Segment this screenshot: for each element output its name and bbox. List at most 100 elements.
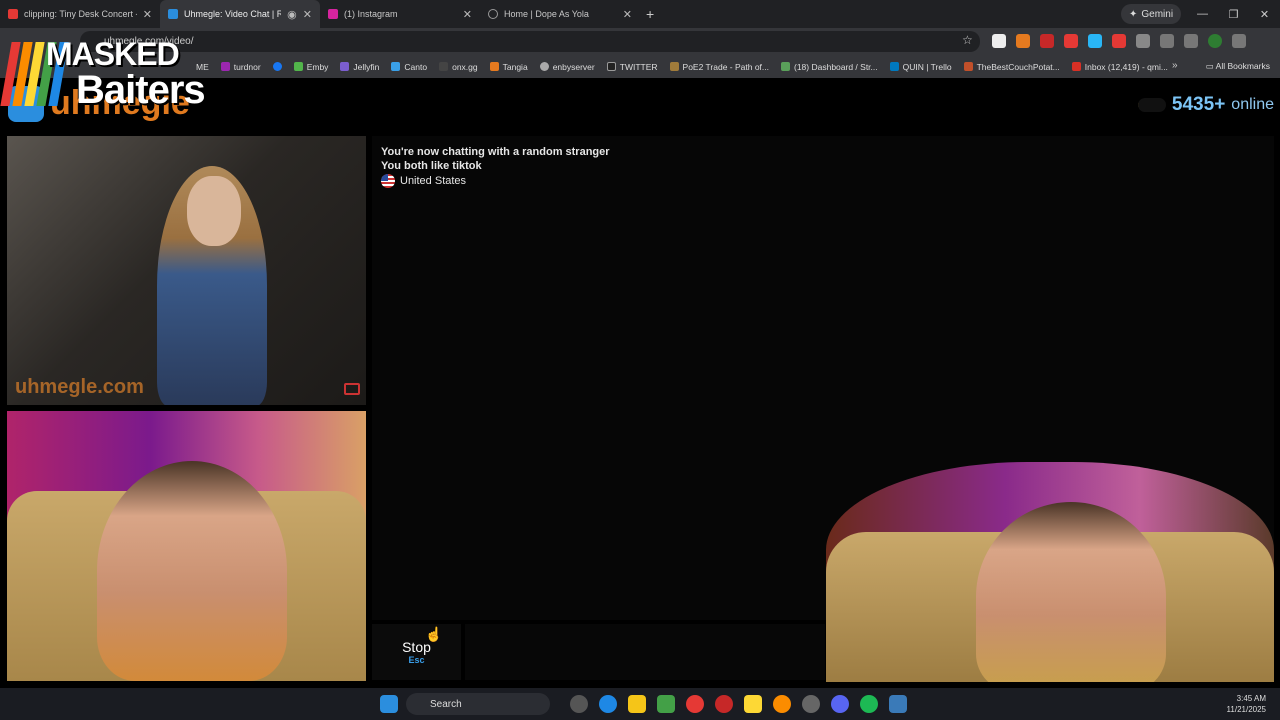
bookmark-favicon-icon xyxy=(963,62,973,71)
bookmark-item[interactable] xyxy=(272,62,282,71)
close-icon[interactable]: ✕ xyxy=(623,8,632,21)
message-input[interactable] xyxy=(465,624,825,680)
bookmark-item[interactable]: Inbox (12,419) - qmi... xyxy=(1071,61,1168,72)
clock-date: 11/21/2025 xyxy=(1226,705,1266,714)
bookmark-label: Inbox (12,419) - qmi... xyxy=(1084,61,1168,72)
spotify-icon[interactable] xyxy=(860,695,878,713)
stranger-video: uhmegle.com xyxy=(7,136,366,405)
self-camera-preview xyxy=(826,462,1274,682)
tab-strip: clipping: Tiny Desk Concert - Y ✕ Uhmegl… xyxy=(0,0,1280,28)
camera-icon[interactable] xyxy=(344,383,360,395)
stranger-face xyxy=(187,176,241,246)
tab-dope-as-yola[interactable]: Home | Dope As Yola ✕ xyxy=(480,0,640,28)
extension-red-icon[interactable] xyxy=(1040,34,1054,48)
app-icon[interactable] xyxy=(889,695,907,713)
extension-7tv-icon[interactable] xyxy=(1088,34,1102,48)
all-bookmarks-button[interactable]: ▭ All Bookmarks xyxy=(1206,61,1270,72)
youtube-icon xyxy=(8,9,18,19)
media-player-icon[interactable] xyxy=(657,695,675,713)
bookmarks-overflow-icon[interactable]: » xyxy=(1172,60,1178,71)
xbox-icon[interactable] xyxy=(570,695,588,713)
gmail-icon xyxy=(1071,62,1081,71)
theme-toggle[interactable] xyxy=(1137,98,1166,112)
bookmark-item[interactable]: Emby xyxy=(293,62,328,72)
online-counter: 5435+ online xyxy=(1137,94,1274,116)
taskbar-apps xyxy=(380,695,907,713)
video-watermark: uhmegle.com xyxy=(15,376,144,398)
tab-instagram[interactable]: (1) Instagram ✕ xyxy=(320,0,480,28)
new-tab-button[interactable]: + xyxy=(646,6,654,22)
gemini-button[interactable]: ✦ Gemini xyxy=(1121,4,1182,24)
discord-icon[interactable] xyxy=(831,695,849,713)
all-bookmarks-label: All Bookmarks xyxy=(1215,61,1270,71)
bookmark-favicon-icon xyxy=(539,62,549,71)
bookmark-item[interactable]: Canto xyxy=(391,62,427,72)
stop-shortcut: Esc xyxy=(408,655,425,665)
recording-icon: ◉ xyxy=(287,8,297,21)
bookmark-favicon-icon xyxy=(340,62,350,71)
extension-fox-icon[interactable] xyxy=(1016,34,1030,48)
self-person xyxy=(976,502,1166,682)
x-icon xyxy=(606,62,616,71)
bookmark-item[interactable]: TheBestCouchPotat... xyxy=(963,62,1060,72)
extension-youtube-icon[interactable] xyxy=(1064,34,1078,48)
country-line: United States xyxy=(381,174,466,188)
bookmark-label: Canto xyxy=(404,61,428,72)
stop-button[interactable]: Stop Esc xyxy=(372,624,461,680)
bookmark-star-icon[interactable]: ☆ xyxy=(962,33,973,47)
bookmark-item[interactable]: PoE2 Trade - Path of... xyxy=(669,62,769,72)
app-icon[interactable] xyxy=(715,695,733,713)
bookmark-item[interactable]: Jellyfin xyxy=(340,62,379,72)
bookmark-label: onx.gg xyxy=(452,61,478,72)
tab-uhmegle[interactable]: Uhmegle: Video Chat | Ran ◉ ✕ xyxy=(160,0,320,28)
app-icon[interactable] xyxy=(802,695,820,713)
bookmark-item[interactable]: Tangia xyxy=(489,61,528,72)
extension-k-icon[interactable] xyxy=(992,34,1006,48)
file-explorer-icon[interactable] xyxy=(628,695,646,713)
close-window-icon[interactable]: ✕ xyxy=(1249,8,1280,21)
tab-label: Uhmegle: Video Chat | Ran xyxy=(184,9,282,19)
mouse-cursor-icon: ☝ xyxy=(425,626,443,642)
self-person xyxy=(97,461,287,681)
trello-icon xyxy=(889,62,899,71)
close-icon[interactable]: ✕ xyxy=(143,8,152,21)
system-clock[interactable]: 3:45 AM 11/21/2025 xyxy=(1227,693,1266,715)
bookmark-item[interactable]: onx.gg xyxy=(439,62,478,72)
media-icon[interactable] xyxy=(1184,34,1198,48)
extension-shield-icon[interactable] xyxy=(1112,34,1126,48)
bookmark-label: (18) Dashboard / Str... xyxy=(794,61,878,72)
bookmark-item[interactable]: enbyserver xyxy=(539,62,595,72)
close-icon[interactable]: ✕ xyxy=(303,8,312,21)
bookmark-favicon-icon xyxy=(391,62,401,71)
spacer xyxy=(409,695,559,713)
tab-tiny-desk[interactable]: clipping: Tiny Desk Concert - Y ✕ xyxy=(0,0,160,28)
sticky-notes-icon[interactable] xyxy=(744,695,762,713)
online-count: 5435+ xyxy=(1171,94,1226,115)
cast-icon[interactable] xyxy=(1160,34,1174,48)
menu-icon[interactable] xyxy=(1232,34,1246,48)
windows-start-icon[interactable] xyxy=(380,695,398,713)
close-icon[interactable]: ✕ xyxy=(463,8,472,21)
minimize-icon[interactable]: — xyxy=(1187,8,1218,20)
instagram-icon xyxy=(328,9,338,19)
bookmark-item[interactable]: TWITTER xyxy=(606,62,658,72)
extensions-puzzle-icon[interactable] xyxy=(1136,34,1150,48)
facebook-icon xyxy=(272,62,282,71)
bookmark-label: QUIN | Trello xyxy=(902,61,952,72)
edge-icon[interactable] xyxy=(599,695,617,713)
bookmark-label: Tangia xyxy=(502,61,528,72)
tab-label: (1) Instagram xyxy=(344,9,398,19)
country-label: United States xyxy=(400,175,467,187)
tab-label: clipping: Tiny Desk Concert - Y xyxy=(24,9,137,19)
gemini-label: Gemini xyxy=(1141,8,1174,20)
restore-icon[interactable]: ❐ xyxy=(1218,8,1249,21)
bookmark-label: turdnor xyxy=(233,61,261,72)
sparkle-icon: ✦ xyxy=(1129,8,1138,20)
chrome-icon[interactable] xyxy=(686,695,704,713)
bookmark-label: Jellyfin xyxy=(353,61,380,72)
profile-avatar-icon[interactable] xyxy=(1208,34,1222,48)
firefox-icon[interactable] xyxy=(773,695,791,713)
bookmark-item[interactable]: QUIN | Trello xyxy=(889,61,952,72)
system-message: You're now chatting with a random strang… xyxy=(381,146,610,158)
bookmark-item[interactable]: (18) Dashboard / Str... xyxy=(781,62,878,72)
